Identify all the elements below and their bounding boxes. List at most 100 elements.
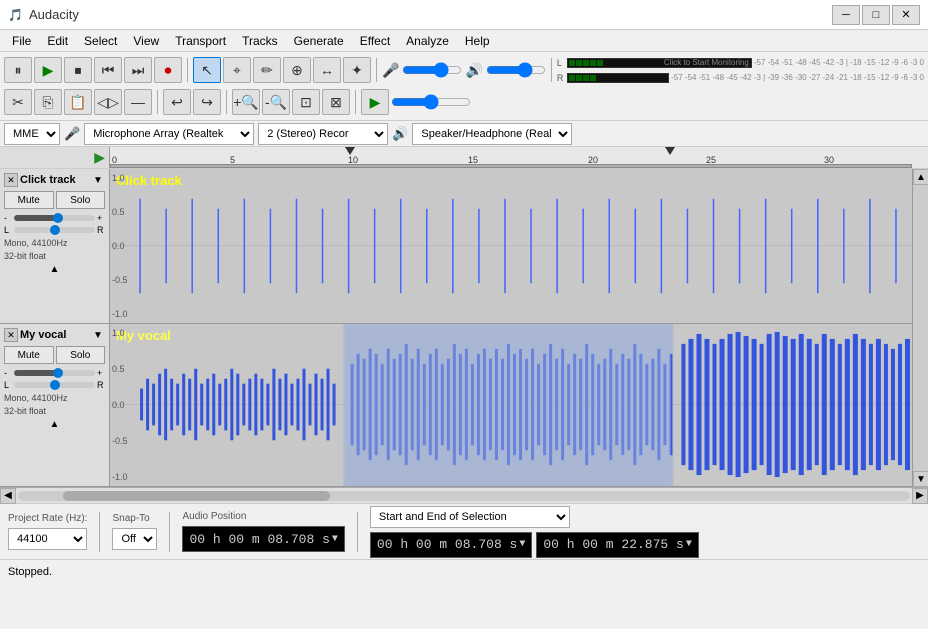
click-track-pan: L R bbox=[4, 225, 105, 235]
envelope-tool-button[interactable]: ⌖ bbox=[223, 57, 251, 83]
click-track-mute-button[interactable]: Mute bbox=[4, 191, 54, 209]
audio-position-dropdown[interactable]: ▼ bbox=[332, 534, 338, 545]
output-volume-slider[interactable] bbox=[486, 62, 546, 78]
vocal-track-gain: - + bbox=[4, 368, 105, 378]
channels-select[interactable]: 2 (Stereo) Recor bbox=[258, 123, 388, 145]
ruler-scale-area[interactable]: 0 5 10 15 20 25 30 bbox=[110, 147, 912, 168]
skip-end-button[interactable]: ⏭ bbox=[124, 57, 152, 83]
vocal-track-pan-knob bbox=[50, 380, 60, 390]
click-track-pan-r: R bbox=[97, 225, 105, 235]
maximize-button[interactable]: □ bbox=[862, 5, 890, 25]
paste-button[interactable]: 📋 bbox=[64, 89, 92, 115]
close-button[interactable]: ✕ bbox=[892, 5, 920, 25]
menubar: File Edit Select View Transport Tracks G… bbox=[0, 30, 928, 52]
ruler-scroll-thumb[interactable] bbox=[110, 164, 912, 168]
pencil-tool-button[interactable]: ✏ bbox=[253, 57, 281, 83]
bottom-sep3 bbox=[357, 512, 358, 552]
cut-button[interactable]: ✂ bbox=[4, 89, 32, 115]
click-track-waveform[interactable]: Click track 1.0 0.5 0.0 -0.5 -1.0 bbox=[110, 169, 912, 323]
vocal-track-mute-solo: Mute Solo bbox=[4, 346, 105, 364]
toolbar-row-2: ✂ ⎘ 📋 ◁▷ — ↩ ↪ +🔍 -🔍 ⊡ ⊠ ▶ bbox=[4, 86, 924, 118]
redo-button[interactable]: ↪ bbox=[193, 89, 221, 115]
scroll-down-button[interactable]: ▼ bbox=[913, 471, 928, 487]
play-speed-button[interactable]: ▶ bbox=[361, 89, 389, 115]
ruler-scrollbar[interactable] bbox=[110, 164, 912, 168]
copy-button[interactable]: ⎘ bbox=[34, 89, 62, 115]
vocal-track-waveform[interactable]: My vocal 1.0 0.5 0.0 -0.5 -1.0 bbox=[110, 324, 912, 486]
vocal-track-mute-button[interactable]: Mute bbox=[4, 346, 54, 364]
scroll-up-button[interactable]: ▲ bbox=[913, 169, 928, 185]
ruler: ▶ 0 5 10 15 20 25 30 bbox=[0, 147, 928, 169]
menu-transport[interactable]: Transport bbox=[167, 32, 234, 50]
multi-tool-button[interactable]: ✦ bbox=[343, 57, 371, 83]
vocal-track-gain-slider[interactable] bbox=[14, 370, 95, 376]
microphone-select[interactable]: Microphone Array (Realtek bbox=[84, 123, 254, 145]
fit-project-button[interactable]: ⊡ bbox=[292, 89, 320, 115]
zoom-in-button[interactable]: +🔍 bbox=[232, 89, 260, 115]
horizontal-scrollbar[interactable]: ◀ ▶ bbox=[0, 487, 928, 503]
timeshift-tool-button[interactable]: ↔ bbox=[313, 57, 341, 83]
selection-mode-select[interactable]: Start and End of Selection bbox=[370, 506, 570, 528]
snap-to-label: Snap-To bbox=[112, 513, 157, 524]
zoom-out-button[interactable]: -🔍 bbox=[262, 89, 290, 115]
scroll-right-button[interactable]: ▶ bbox=[912, 488, 928, 504]
titlebar-controls[interactable]: ─ □ ✕ bbox=[832, 5, 920, 25]
titlebar: 🎵 Audacity ─ □ ✕ bbox=[0, 0, 928, 30]
record-button[interactable]: ⏺ bbox=[154, 57, 182, 83]
minimize-button[interactable]: ─ bbox=[832, 5, 860, 25]
vocal-track-close-button[interactable]: ✕ bbox=[4, 328, 18, 342]
snap-to-select[interactable]: Off bbox=[112, 528, 157, 550]
speaker-select[interactable]: Speaker/Headphone (Realte bbox=[412, 123, 572, 145]
click-track-controls: ✕ Click track ▼ Mute Solo - + L bbox=[0, 169, 110, 323]
trim-button[interactable]: ◁▷ bbox=[94, 89, 122, 115]
pause-button[interactable]: ⏸ bbox=[4, 57, 32, 83]
stop-button[interactable]: ⏹ bbox=[64, 57, 92, 83]
click-track-pan-knob bbox=[50, 225, 60, 235]
click-track-solo-button[interactable]: Solo bbox=[56, 191, 106, 209]
click-to-start-label[interactable]: Click to Start Monitoring bbox=[664, 58, 749, 67]
selection-tool-button[interactable]: ↖ bbox=[193, 57, 221, 83]
menu-effect[interactable]: Effect bbox=[352, 32, 398, 50]
project-rate-select[interactable]: 44100 bbox=[8, 528, 87, 550]
interface-select[interactable]: MME bbox=[4, 123, 60, 145]
collapse-arrow-icon: ▲ bbox=[50, 264, 60, 275]
click-track-close-button[interactable]: ✕ bbox=[4, 173, 18, 187]
vocal-track-collapse[interactable]: ▲ bbox=[4, 419, 105, 430]
input-volume-slider[interactable] bbox=[402, 62, 462, 78]
menu-view[interactable]: View bbox=[125, 32, 167, 50]
vocal-track-solo-button[interactable]: Solo bbox=[56, 346, 106, 364]
skip-start-button[interactable]: ⏮ bbox=[94, 57, 122, 83]
hscroll-thumb[interactable] bbox=[63, 491, 331, 501]
menu-select[interactable]: Select bbox=[76, 32, 125, 50]
click-track-gain-slider[interactable] bbox=[14, 215, 95, 221]
vocal-track-menu-button[interactable]: ▼ bbox=[91, 328, 105, 342]
scroll-track[interactable] bbox=[913, 185, 928, 471]
click-track-pan-slider[interactable] bbox=[14, 227, 95, 233]
selection-end-dropdown[interactable]: ▼ bbox=[686, 539, 692, 550]
click-track-collapse[interactable]: ▲ bbox=[4, 264, 105, 275]
hscroll-track[interactable] bbox=[18, 491, 910, 501]
project-rate-group: Project Rate (Hz): 44100 bbox=[8, 513, 87, 550]
tracks-scrollbar[interactable]: ▲ ▼ bbox=[912, 169, 928, 487]
menu-edit[interactable]: Edit bbox=[39, 32, 76, 50]
silence-button[interactable]: — bbox=[124, 89, 152, 115]
menu-tracks[interactable]: Tracks bbox=[234, 32, 286, 50]
vocal-track-pan-slider[interactable] bbox=[14, 382, 95, 388]
zoom-tool-button[interactable]: ⊕ bbox=[283, 57, 311, 83]
speed-slider[interactable] bbox=[391, 94, 471, 110]
scroll-left-button[interactable]: ◀ bbox=[0, 488, 16, 504]
undo-button[interactable]: ↩ bbox=[163, 89, 191, 115]
vu-left-label: L bbox=[557, 58, 565, 68]
sep6 bbox=[355, 90, 356, 114]
zoom-selection-button[interactable]: ⊠ bbox=[322, 89, 350, 115]
menu-analyze[interactable]: Analyze bbox=[398, 32, 457, 50]
menu-help[interactable]: Help bbox=[457, 32, 498, 50]
click-track-menu-button[interactable]: ▼ bbox=[91, 173, 105, 187]
selection-start-dropdown[interactable]: ▼ bbox=[519, 539, 525, 550]
click-track-bit: 32-bit float bbox=[4, 250, 105, 263]
menu-file[interactable]: File bbox=[4, 32, 39, 50]
play-button[interactable]: ▶ bbox=[34, 57, 62, 83]
vocal-track-pan-r: R bbox=[97, 380, 105, 390]
menu-generate[interactable]: Generate bbox=[286, 32, 352, 50]
vocal-track-pan: L R bbox=[4, 380, 105, 390]
